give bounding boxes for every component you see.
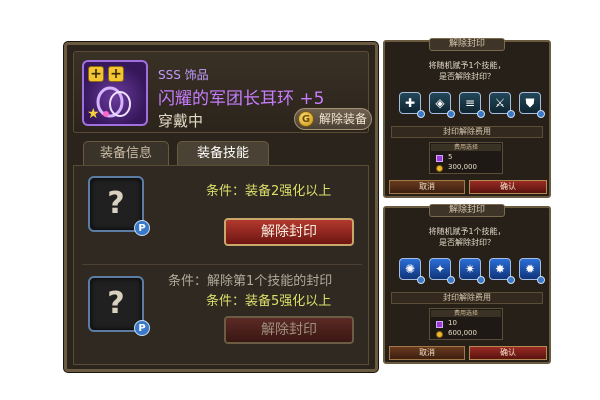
gem-icon [436, 321, 443, 328]
gold-icon [436, 331, 443, 338]
passive-badge-icon [537, 276, 545, 284]
dialog-message: 将随机赋予1个技能， [428, 61, 506, 70]
item-header: + + ★ SSS 饰品 闪耀的军团长耳环 +5 穿戴中 G 解除装备 [73, 51, 372, 133]
equipped-status: 穿戴中 [158, 112, 204, 130]
cost-header: 封印解除费用 [391, 126, 543, 138]
passive-badge-icon [417, 276, 425, 284]
unequip-label: 解除装备 [319, 112, 368, 126]
gem-icon [436, 155, 443, 162]
gold-cost: 600,000 [448, 329, 477, 337]
tab-equipment-skill[interactable]: 装备技能 [177, 141, 269, 165]
item-name: 闪耀的军团长耳环 +5 [158, 89, 325, 109]
gem-cost: 10 [448, 319, 457, 327]
cost-option[interactable]: 费用选择 10 600,000 [429, 308, 503, 340]
cancel-button[interactable]: 取消 [389, 180, 465, 194]
skill-condition: 条件：装备2强化以上 [206, 184, 332, 199]
cost-option-title: 费用选择 [431, 310, 501, 317]
passive-badge-icon [537, 110, 545, 118]
upgrade-plus-icon: + [88, 66, 104, 82]
confirm-button[interactable]: 确认 [469, 180, 547, 194]
dialog-message: 是否解除封印？ [439, 72, 495, 81]
cost-option[interactable]: 费用选择 5 300,000 [429, 142, 503, 174]
cost-header: 封印解除费用 [391, 292, 543, 304]
unseal-dialog: 解除封印 将随机赋予1个技能， 是否解除封印？ ✚ ◈ ≡ ⚔ ⛊ 封印解除费用… [383, 38, 551, 198]
gem-cost: 5 [448, 153, 453, 161]
skill-condition: 条件：装备5强化以上 [206, 294, 332, 309]
unequip-button[interactable]: G 解除装备 [294, 108, 372, 130]
earring-icon: + + ★ [82, 60, 148, 126]
passive-badge-icon [507, 110, 515, 118]
unseal-dialog: 解除封印 将随机赋予1个技能， 是否解除封印？ ✺ ✦ ✷ ✸ ✹ 封印解除费用… [383, 204, 551, 364]
passive-badge-icon [447, 110, 455, 118]
item-grade: SSS 饰品 [158, 68, 209, 82]
passive-badge-icon: P [134, 320, 150, 336]
gold-icon [436, 165, 443, 172]
upgrade-plus-icon: + [108, 66, 124, 82]
dialog-message: 将随机赋予1个技能， [428, 227, 506, 236]
gold-cost: 300,000 [448, 163, 477, 171]
passive-badge-icon [477, 110, 485, 118]
passive-badge-icon [447, 276, 455, 284]
cost-option-title: 费用选择 [431, 144, 501, 151]
skill-list: ? P 条件：装备2强化以上 解除封印 ? P 条件：解除第1个技能的封印 条件… [73, 165, 369, 365]
skill-condition: 条件：解除第1个技能的封印 [168, 274, 333, 289]
coin-icon: G [298, 111, 314, 127]
divider [82, 264, 362, 265]
confirm-button[interactable]: 确认 [469, 346, 547, 360]
dialog-title: 解除封印 [429, 38, 505, 51]
passive-badge-icon [417, 110, 425, 118]
passive-badge-icon [477, 276, 485, 284]
dialog-message: 是否解除封印？ [439, 238, 495, 247]
question-mark-icon: ? [107, 186, 125, 221]
question-mark-icon: ? [107, 286, 125, 321]
passive-badge-icon [507, 276, 515, 284]
tab-equipment-info[interactable]: 装备信息 [83, 141, 169, 165]
cancel-button[interactable]: 取消 [389, 346, 465, 360]
passive-badge-icon: P [134, 220, 150, 236]
star-icon: ★ [87, 106, 100, 122]
unseal-button[interactable]: 解除封印 [224, 218, 354, 246]
dialog-title: 解除封印 [429, 204, 505, 217]
equipment-panel: + + ★ SSS 饰品 闪耀的军团长耳环 +5 穿戴中 G 解除装备 装备信息… [64, 42, 378, 372]
unseal-button[interactable]: 解除封印 [224, 316, 354, 344]
